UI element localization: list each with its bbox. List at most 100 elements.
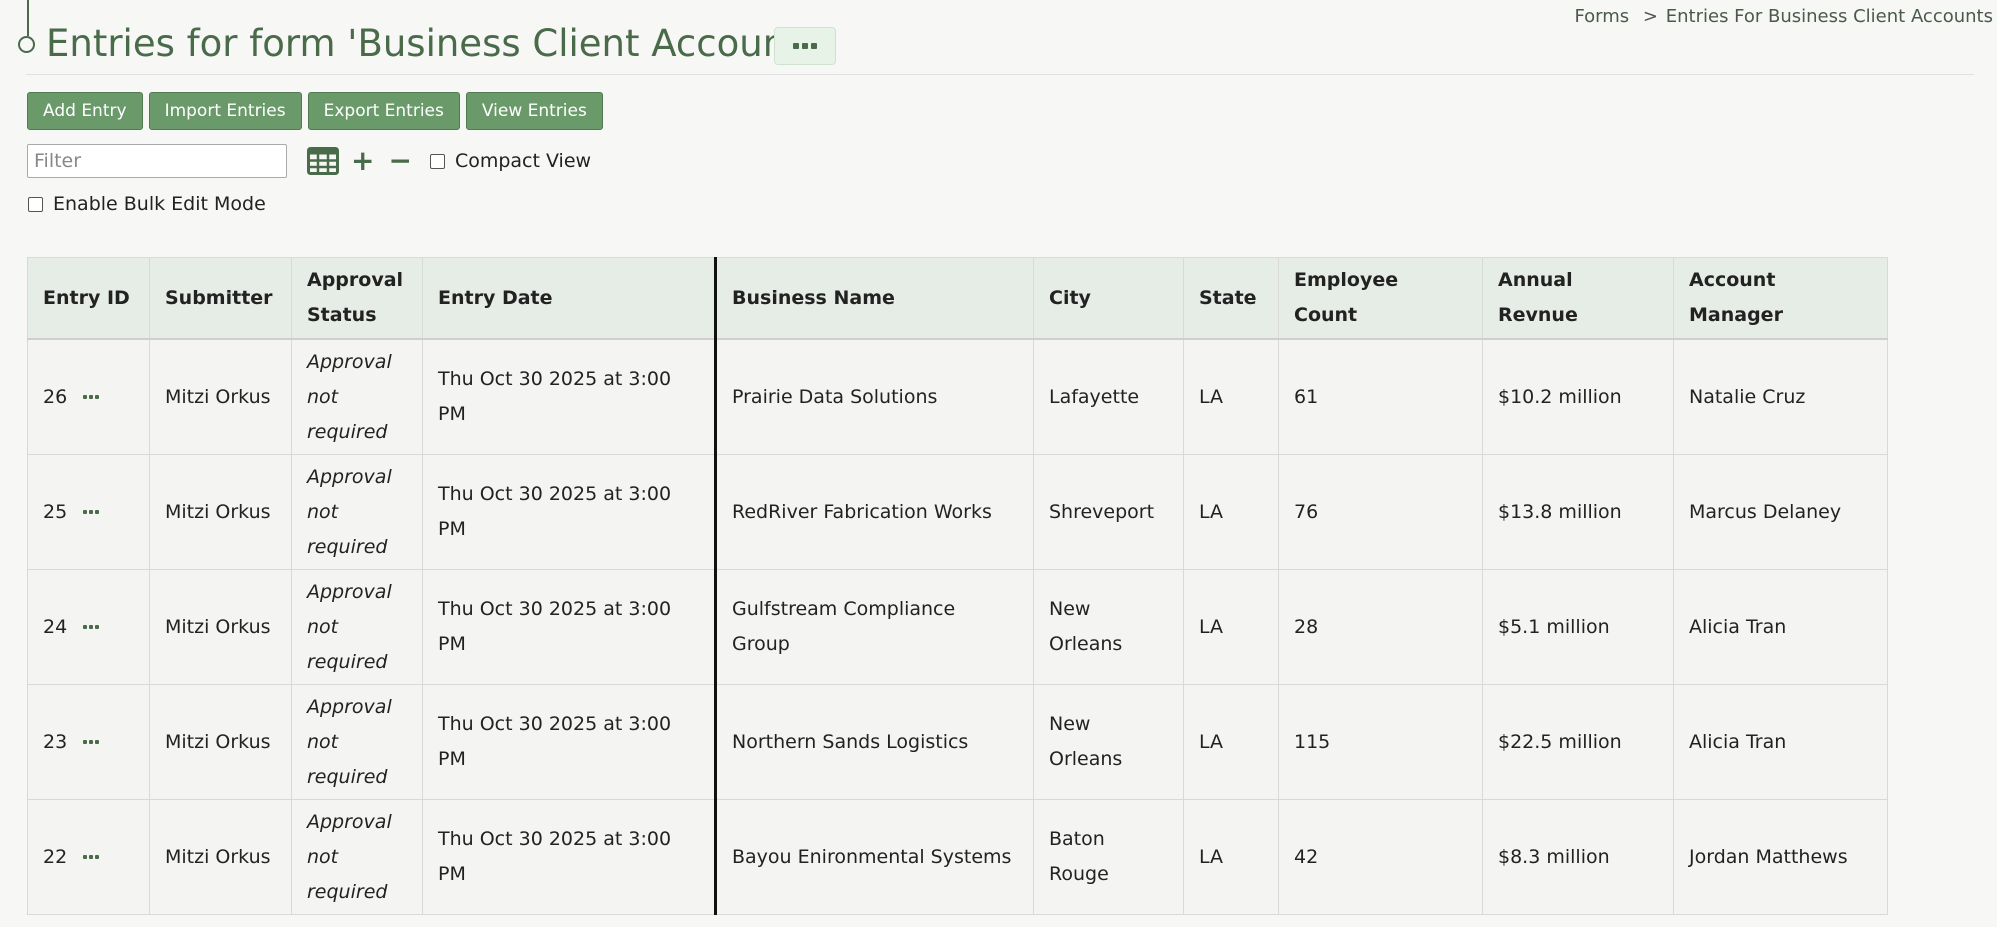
cell-business-name: RedRiver Fabrication Works bbox=[715, 454, 1034, 570]
table-header-row: Entry ID Submitter Approval Status Entry… bbox=[27, 257, 1888, 340]
cell-submitter: Mitzi Orkus bbox=[149, 454, 292, 570]
cell-entry-date: Thu Oct 30 2025 at 3:00 PM bbox=[422, 684, 717, 800]
cell-entry-date: Thu Oct 30 2025 at 3:00 PM bbox=[422, 569, 717, 685]
ellipsis-dot bbox=[89, 740, 94, 744]
column-header-employee-count[interactable]: Employee Count bbox=[1278, 257, 1483, 340]
ellipsis-icon bbox=[83, 395, 88, 399]
cell-account-manager: Alicia Tran bbox=[1673, 684, 1888, 800]
compact-view-toggle[interactable]: Compact View bbox=[429, 150, 592, 172]
page: Entries for form 'Business Client Accoun… bbox=[0, 0, 1997, 927]
bulk-edit-label: Enable Bulk Edit Mode bbox=[53, 193, 266, 215]
ellipsis-dot bbox=[95, 625, 100, 629]
cell-employee-count: 42 bbox=[1278, 799, 1483, 915]
timeline-node bbox=[18, 36, 35, 53]
breadcrumb-current[interactable]: Entries For Business Client Accounts bbox=[1666, 6, 1993, 27]
breadcrumb-separator: > bbox=[1642, 6, 1659, 27]
cell-submitter: Mitzi Orkus bbox=[149, 569, 292, 685]
row-more-button[interactable] bbox=[83, 740, 100, 744]
bulk-edit-toggle[interactable]: Enable Bulk Edit Mode bbox=[28, 193, 266, 215]
row-more-button[interactable] bbox=[83, 855, 100, 859]
cell-entry-id: 26 bbox=[27, 338, 150, 455]
bulk-edit-checkbox[interactable] bbox=[28, 196, 43, 212]
column-header-business-name[interactable]: Business Name bbox=[715, 257, 1034, 340]
cell-account-manager: Alicia Tran bbox=[1673, 569, 1888, 685]
cell-submitter: Mitzi Orkus bbox=[149, 338, 292, 455]
ellipsis-dot bbox=[811, 43, 817, 49]
table-row[interactable]: 24 Mitzi Orkus Approval not required Thu Oc… bbox=[27, 569, 1888, 685]
table-row[interactable]: 22 Mitzi Orkus Approval not required Thu Oc… bbox=[27, 799, 1888, 915]
ellipsis-dot bbox=[95, 510, 100, 514]
cell-approval-status: Approval not required bbox=[291, 454, 423, 570]
row-more-button[interactable] bbox=[83, 625, 100, 629]
table-row[interactable]: 26 Mitzi Orkus Approval not required Thu Oc… bbox=[27, 338, 1888, 455]
entry-id: 25 bbox=[43, 500, 68, 523]
ellipsis-dot bbox=[95, 395, 100, 399]
column-header-account-manager[interactable]: Account Manager bbox=[1673, 257, 1888, 340]
entry-id: 26 bbox=[43, 385, 68, 408]
cell-city: Lafayette bbox=[1033, 338, 1184, 455]
breadcrumb: Forms > Entries For Business Client Acco… bbox=[1574, 6, 1993, 27]
toolbar: Add Entry Import Entries Export Entries … bbox=[27, 92, 603, 130]
filter-input[interactable] bbox=[27, 144, 287, 178]
cell-business-name: Bayou Enironmental Systems bbox=[715, 799, 1034, 915]
cell-annual-revenue: $8.3 million bbox=[1482, 799, 1674, 915]
column-header-entry-id[interactable]: Entry ID bbox=[27, 257, 150, 340]
cell-city: Shreveport bbox=[1033, 454, 1184, 570]
cell-account-manager: Marcus Delaney bbox=[1673, 454, 1888, 570]
page-title: Entries for form 'Business Client Accoun… bbox=[46, 22, 831, 65]
compact-view-checkbox[interactable] bbox=[429, 153, 445, 169]
import-entries-button[interactable]: Import Entries bbox=[148, 92, 302, 130]
ellipsis-dot bbox=[89, 855, 94, 859]
cell-annual-revenue: $22.5 million bbox=[1482, 684, 1674, 800]
cell-approval-status: Approval not required bbox=[291, 799, 423, 915]
table-grid-icon[interactable] bbox=[307, 147, 339, 175]
column-header-city[interactable]: City bbox=[1033, 257, 1184, 340]
cell-entry-date: Thu Oct 30 2025 at 3:00 PM bbox=[422, 338, 717, 455]
ellipsis-icon bbox=[83, 855, 88, 859]
column-header-approval-status[interactable]: Approval Status bbox=[291, 257, 423, 340]
ellipsis-dot bbox=[95, 855, 100, 859]
ellipsis-icon bbox=[83, 625, 88, 629]
cell-business-name: Gulfstream Compliance Group bbox=[715, 569, 1034, 685]
cell-business-name: Northern Sands Logistics bbox=[715, 684, 1034, 800]
table-body: 26 Mitzi Orkus Approval not required Thu Oc… bbox=[27, 338, 1888, 915]
cell-entry-id: 25 bbox=[27, 454, 150, 570]
cell-account-manager: Jordan Matthews bbox=[1673, 799, 1888, 915]
plus-icon[interactable]: + bbox=[351, 147, 374, 175]
table-row[interactable]: 25 Mitzi Orkus Approval not required Thu Oc… bbox=[27, 454, 1888, 570]
column-header-state[interactable]: State bbox=[1183, 257, 1279, 340]
cell-state: LA bbox=[1183, 569, 1279, 685]
cell-submitter: Mitzi Orkus bbox=[149, 799, 292, 915]
cell-business-name: Prairie Data Solutions bbox=[715, 338, 1034, 455]
cell-entry-date: Thu Oct 30 2025 at 3:00 PM bbox=[422, 454, 717, 570]
ellipsis-icon bbox=[793, 43, 799, 49]
cell-approval-status: Approval not required bbox=[291, 338, 423, 455]
row-more-button[interactable] bbox=[83, 510, 100, 514]
cell-annual-revenue: $10.2 million bbox=[1482, 338, 1674, 455]
table-row[interactable]: 23 Mitzi Orkus Approval not required Thu Oc… bbox=[27, 684, 1888, 800]
ellipsis-dot bbox=[89, 510, 94, 514]
cell-entry-date: Thu Oct 30 2025 at 3:00 PM bbox=[422, 799, 717, 915]
minus-icon[interactable]: − bbox=[388, 147, 411, 175]
title-more-button[interactable] bbox=[774, 27, 836, 65]
cell-annual-revenue: $5.1 million bbox=[1482, 569, 1674, 685]
view-entries-button[interactable]: View Entries bbox=[465, 92, 603, 130]
filter-row: + − Compact View bbox=[27, 144, 591, 178]
cell-entry-id: 22 bbox=[27, 799, 150, 915]
export-entries-button[interactable]: Export Entries bbox=[307, 92, 460, 130]
cell-employee-count: 61 bbox=[1278, 338, 1483, 455]
cell-city: New Orleans bbox=[1033, 569, 1184, 685]
entry-id: 22 bbox=[43, 845, 68, 868]
column-header-annual-revenue[interactable]: Annual Revnue bbox=[1482, 257, 1674, 340]
ellipsis-dot bbox=[89, 625, 94, 629]
cell-approval-status: Approval not required bbox=[291, 569, 423, 685]
cell-annual-revenue: $13.8 million bbox=[1482, 454, 1674, 570]
column-header-entry-date[interactable]: Entry Date bbox=[422, 257, 717, 340]
cell-approval-status: Approval not required bbox=[291, 684, 423, 800]
row-more-button[interactable] bbox=[83, 395, 100, 399]
breadcrumb-forms[interactable]: Forms bbox=[1574, 6, 1629, 27]
column-header-submitter[interactable]: Submitter bbox=[149, 257, 292, 340]
add-entry-button[interactable]: Add Entry bbox=[27, 92, 143, 130]
compact-view-label: Compact View bbox=[454, 150, 592, 172]
cell-submitter: Mitzi Orkus bbox=[149, 684, 292, 800]
